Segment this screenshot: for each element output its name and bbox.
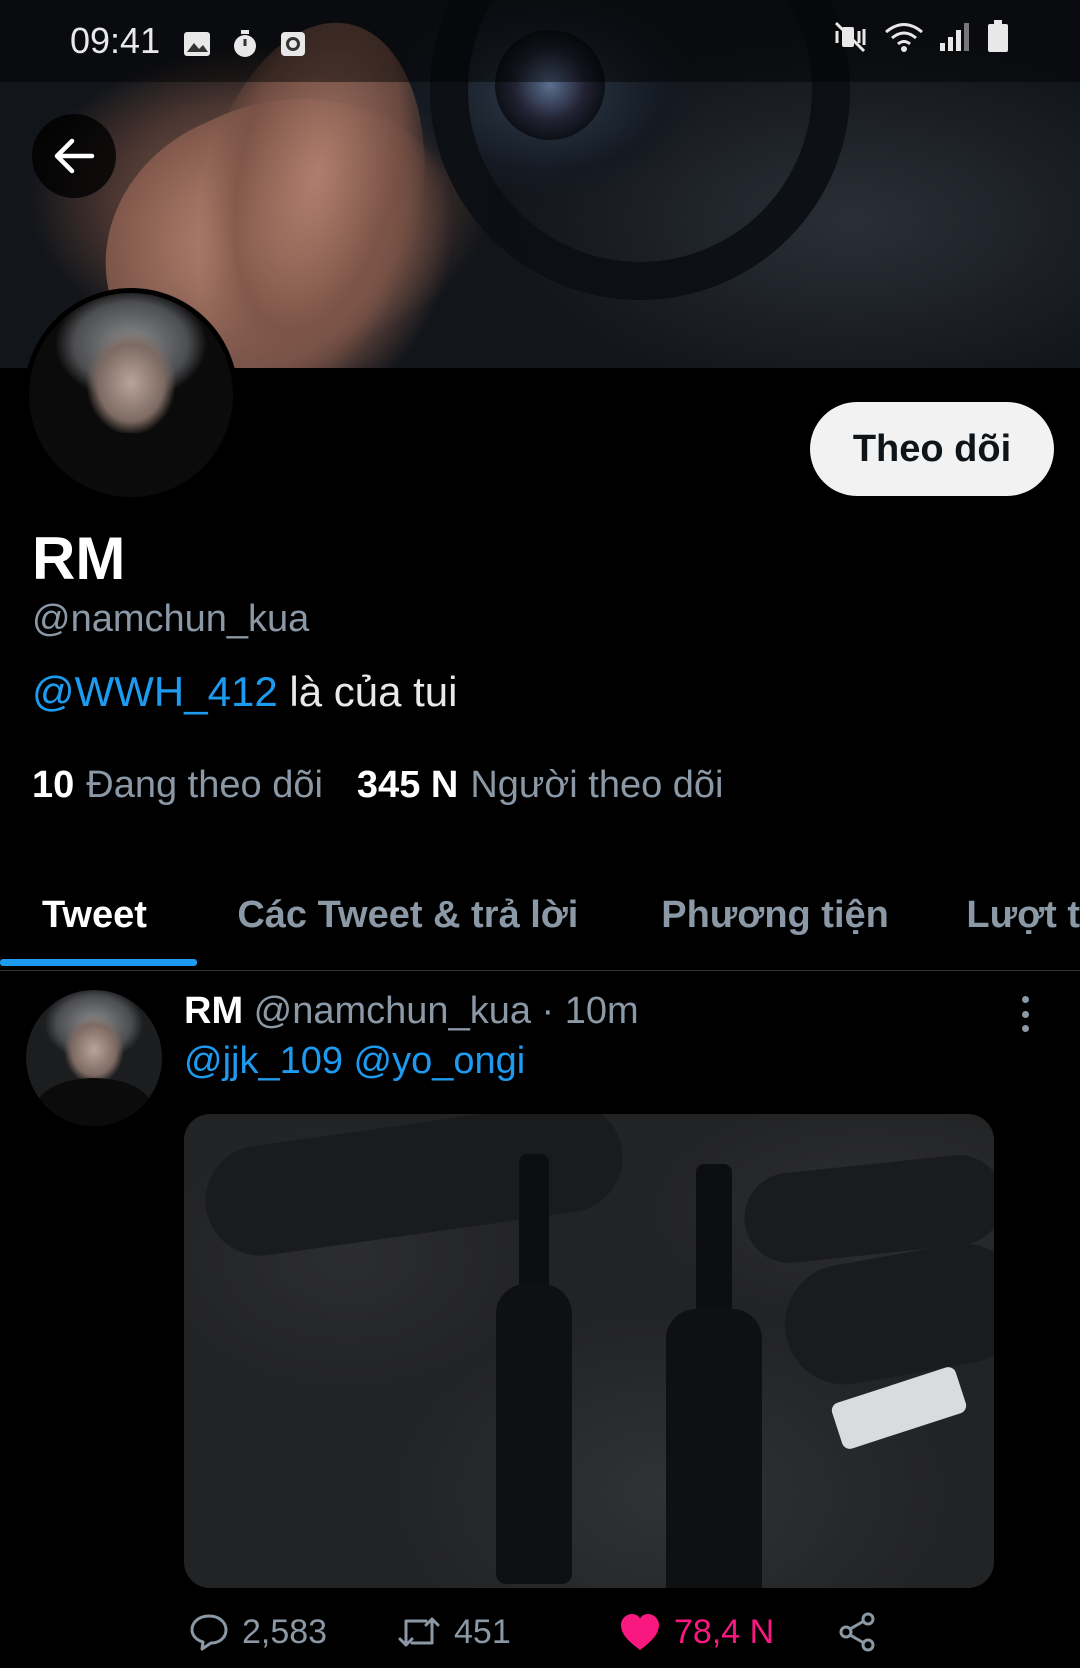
tweet-author-handle: @namchun_kua bbox=[253, 990, 531, 1032]
share-button[interactable] bbox=[836, 1604, 890, 1660]
profile-tabs: Tweet Các Tweet & trả lời Phương tiện Lư… bbox=[0, 860, 1080, 970]
retweet-count: 451 bbox=[454, 1612, 511, 1651]
profile-avatar[interactable] bbox=[24, 288, 238, 502]
timer-icon bbox=[230, 26, 260, 57]
status-time: 09:41 bbox=[70, 20, 161, 61]
image-bottle-neck bbox=[696, 1164, 732, 1324]
status-bar: 09:41 bbox=[0, 0, 1080, 82]
followers-count: 345 N bbox=[356, 764, 459, 806]
tab-tweets-and-replies[interactable]: Các Tweet & trả lời bbox=[195, 860, 621, 970]
tabs-divider bbox=[0, 970, 1080, 971]
profile-page: 09:41 Theo dõi RM @namchun_kua @WWH_412 … bbox=[0, 0, 1080, 1668]
followers-label: Người theo dõi bbox=[470, 764, 724, 806]
tab-media[interactable]: Phương tiện bbox=[621, 860, 926, 970]
mute-vibrate-icon bbox=[834, 20, 870, 62]
arrow-left-icon bbox=[54, 138, 95, 174]
tweet-actions: 2,583 451 78,4 N bbox=[184, 1604, 1044, 1660]
tab-likes[interactable]: Lượt t bbox=[926, 860, 1080, 970]
status-right-icons bbox=[834, 19, 1010, 63]
following-count: 10 bbox=[32, 764, 75, 806]
retweet-icon bbox=[398, 1617, 440, 1647]
tab-tweets[interactable]: Tweet bbox=[0, 860, 198, 970]
heart-icon bbox=[621, 1614, 659, 1650]
tweet-image[interactable] bbox=[184, 1114, 994, 1588]
reply-count: 2,583 bbox=[242, 1612, 328, 1651]
reply-button[interactable]: 2,583 bbox=[188, 1604, 327, 1660]
image-leg bbox=[198, 1114, 630, 1263]
profile-name: RM bbox=[32, 525, 126, 592]
bio-text: là của tui bbox=[277, 668, 458, 715]
following-stat[interactable]: 10 Đang theo dõi bbox=[32, 764, 323, 807]
image-bottle bbox=[496, 1284, 572, 1584]
tweet-avatar[interactable] bbox=[26, 990, 162, 1126]
profile-handle: @namchun_kua bbox=[32, 598, 310, 640]
bio-mention-link[interactable]: @WWH_412 bbox=[32, 668, 278, 715]
retweet-button[interactable]: 451 bbox=[396, 1604, 511, 1660]
image-icon bbox=[182, 26, 212, 56]
following-label: Đang theo dõi bbox=[86, 764, 323, 806]
signal-icon bbox=[938, 20, 972, 62]
image-bottle-neck bbox=[519, 1154, 549, 1294]
tweet-text[interactable]: @jjk_109 @yo_ongi bbox=[184, 1040, 525, 1083]
like-button[interactable]: 78,4 N bbox=[618, 1604, 774, 1660]
followers-stat[interactable]: 345 N Người theo dõi bbox=[357, 764, 724, 807]
more-options-icon[interactable] bbox=[1010, 992, 1040, 1036]
screen-record-icon bbox=[278, 26, 308, 56]
battery-icon bbox=[986, 19, 1010, 63]
profile-bio: @WWH_412 là của tui bbox=[32, 668, 457, 716]
back-button[interactable] bbox=[32, 114, 116, 198]
wifi-icon bbox=[884, 20, 924, 62]
tweet-author-name[interactable]: RM bbox=[184, 990, 243, 1032]
image-bottle bbox=[666, 1309, 762, 1588]
profile-stats: 10 Đang theo dõi 345 N Người theo dõi bbox=[32, 764, 758, 807]
tweet-header: RM @namchun_kua · 10m bbox=[184, 990, 639, 1033]
tweet-separator: · bbox=[530, 990, 565, 1032]
tweet-time: 10m bbox=[564, 990, 639, 1032]
like-count: 78,4 N bbox=[674, 1612, 775, 1651]
share-icon bbox=[839, 1612, 875, 1652]
reply-icon bbox=[190, 1614, 228, 1651]
follow-button[interactable]: Theo dõi bbox=[810, 402, 1054, 496]
